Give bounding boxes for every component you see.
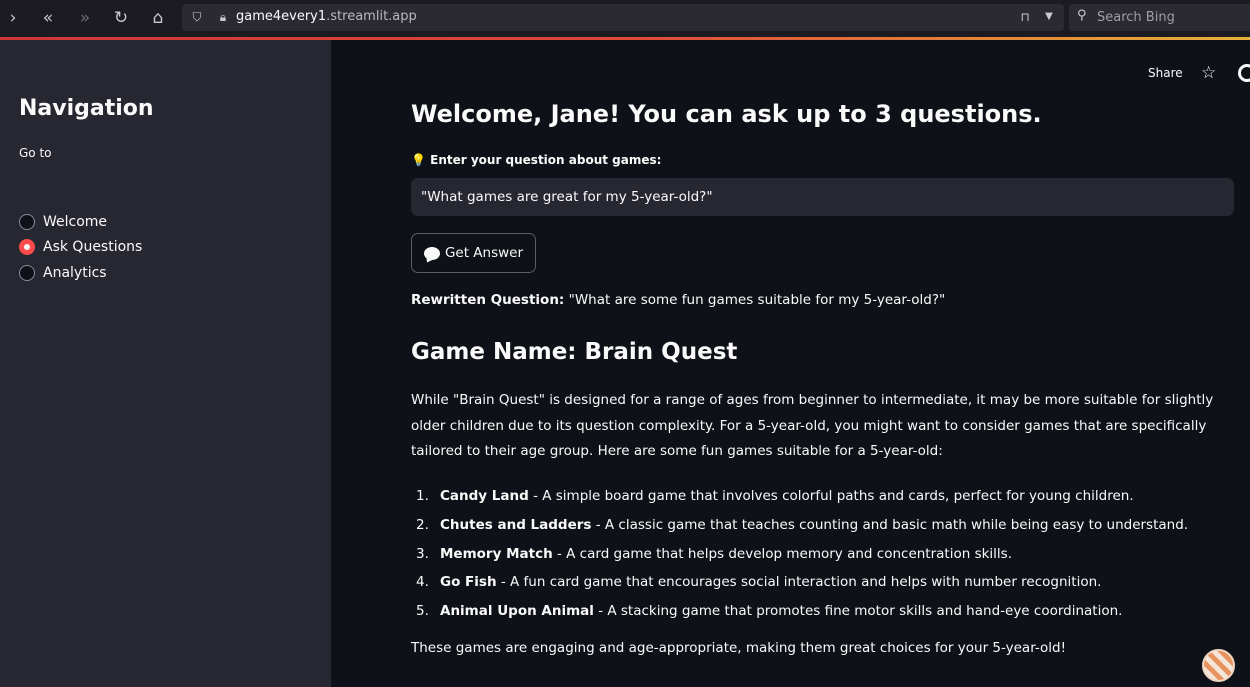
game-heading: Game Name: Brain Quest <box>411 339 738 365</box>
get-answer-button[interactable]: Get Answer <box>411 233 536 273</box>
sidebar <box>0 40 331 687</box>
radio-label: Analytics <box>43 265 107 281</box>
radio-circle-selected[interactable] <box>19 239 35 255</box>
game-name: Candy Land <box>440 488 529 505</box>
avatar[interactable] <box>1202 649 1235 682</box>
closing-text: These games are engaging and age-appropr… <box>411 640 1067 656</box>
list-item: 1. Candy Land - A simple board game that … <box>411 482 1239 511</box>
button-label: Get Answer <box>444 245 524 261</box>
radio-ask-questions[interactable]: Ask Questions <box>19 237 142 257</box>
lock-icon[interactable]: 🔒︎ <box>214 8 232 26</box>
rewritten-label: Rewritten Question: <box>411 292 565 308</box>
search-icon: ⚲ <box>1077 8 1087 23</box>
game-desc: - A card game that helps develop memory … <box>552 545 1012 562</box>
shield-icon[interactable]: ⛉ <box>188 8 206 26</box>
search-bar[interactable]: ⚲ Search Bing <box>1069 4 1250 31</box>
answer-paragraph: While "Brain Quest" is designed for a ra… <box>411 392 1214 459</box>
speech-bubble-icon <box>423 246 440 260</box>
radio-circle[interactable] <box>19 214 35 230</box>
radio-circle[interactable] <box>19 265 35 281</box>
github-icon[interactable] <box>1238 64 1250 82</box>
chevron-down-icon[interactable]: ▼ <box>1040 8 1058 26</box>
rewritten-question: Rewritten Question: "What are some fun g… <box>411 292 945 308</box>
search-input[interactable]: Search Bing <box>1097 10 1175 25</box>
bookmark-icon[interactable]: ⊓ <box>1016 8 1034 26</box>
list-item: 4. Go Fish - A fun card game that encoura… <box>411 568 1239 597</box>
double-chevron-left-icon[interactable]: « <box>35 6 61 30</box>
game-name: Go Fish <box>440 574 497 591</box>
game-name: Chutes and Ladders <box>440 517 592 534</box>
goto-label: Go to <box>19 146 52 160</box>
address-bar[interactable]: ⛉ 🔒︎ game4every1.streamlit.app ⊓ ▼ <box>182 4 1064 31</box>
list-item: 3. Memory Match - A card game that helps … <box>411 539 1239 568</box>
list-number: 3. <box>416 545 429 562</box>
radio-analytics[interactable]: Analytics <box>19 263 107 283</box>
double-chevron-right-icon[interactable]: » <box>72 6 98 30</box>
game-name: Memory Match <box>440 545 553 562</box>
games-list: 1. Candy Land - A simple board game that … <box>411 482 1239 625</box>
game-desc: - A stacking game that promotes fine mot… <box>593 603 1123 620</box>
list-number: 5. <box>416 603 429 620</box>
question-input[interactable] <box>411 178 1234 216</box>
list-number: 2. <box>416 517 429 534</box>
page-title: Welcome, Jane! You can ask up to 3 quest… <box>411 100 1042 128</box>
sidebar-title: Navigation <box>19 96 154 121</box>
rewritten-text: "What are some fun games suitable for my… <box>564 292 946 308</box>
game-desc: - A classic game that teaches counting a… <box>591 517 1189 534</box>
game-desc: - A fun card game that encourages social… <box>496 574 1102 591</box>
list-item: 2. Chutes and Ladders - A classic game th… <box>411 511 1239 540</box>
chevron-right-icon[interactable]: › <box>0 6 26 30</box>
url-text[interactable]: game4every1.streamlit.app <box>236 9 417 24</box>
list-number: 4. <box>416 574 429 591</box>
question-label: 💡 Enter your question about games: <box>411 153 662 167</box>
share-button[interactable]: Share <box>1148 66 1183 80</box>
browser-toolbar: › « » ↻ ⌂ ⛉ 🔒︎ game4every1.streamlit.app… <box>0 0 1250 37</box>
list-item: 5. Animal Upon Animal - A stacking game t… <box>411 597 1239 626</box>
radio-welcome[interactable]: Welcome <box>19 212 107 232</box>
radio-label: Ask Questions <box>43 239 143 255</box>
home-icon[interactable]: ⌂ <box>145 6 171 30</box>
radio-label: Welcome <box>43 214 108 230</box>
game-desc: - A simple board game that involves colo… <box>528 488 1134 505</box>
star-icon[interactable]: ☆ <box>1201 63 1216 83</box>
list-number: 1. <box>416 488 429 505</box>
game-name: Animal Upon Animal <box>440 603 594 620</box>
reload-icon[interactable]: ↻ <box>108 6 134 30</box>
